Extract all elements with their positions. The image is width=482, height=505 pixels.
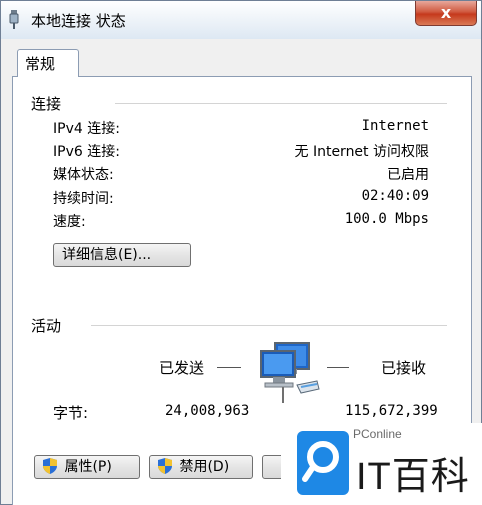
bytes-sent-value: 24,008,963 bbox=[165, 403, 250, 419]
activity-divider bbox=[91, 325, 447, 326]
uac-shield-icon bbox=[43, 458, 57, 474]
ipv4-label: IPv4 连接: bbox=[53, 121, 120, 137]
media-state-label: 媒体状态: bbox=[53, 167, 114, 183]
tab-general[interactable]: 常规 bbox=[17, 49, 79, 77]
title-bar[interactable]: 本地连接 状态 x bbox=[1, 1, 481, 39]
sent-label: 已发送 bbox=[159, 359, 205, 377]
ipv4-value: Internet bbox=[361, 118, 429, 134]
watermark-big-text: IT百科 bbox=[356, 456, 470, 498]
watermark-small-text: PConline bbox=[353, 427, 402, 441]
received-line bbox=[327, 367, 349, 368]
close-icon: x bbox=[440, 3, 452, 22]
ipv6-label: IPv6 连接: bbox=[53, 144, 120, 160]
media-state-value: 已启用 bbox=[387, 167, 429, 183]
watermark: PConline IT百科 bbox=[281, 423, 482, 505]
status-window: 本地连接 状态 x 常规 连接 IPv4 连接: Internet IPv6 连… bbox=[0, 0, 482, 505]
duration-value: 02:40:09 bbox=[361, 188, 429, 204]
bytes-received-value: 115,672,399 bbox=[345, 403, 438, 419]
details-button[interactable]: 详细信息(E)... bbox=[53, 243, 191, 267]
properties-button[interactable]: 属性(P) bbox=[34, 455, 140, 479]
speed-label: 速度: bbox=[53, 214, 86, 230]
ipv6-value: 无 Internet 访问权限 bbox=[294, 144, 430, 160]
speed-value: 100.0 Mbps bbox=[344, 211, 429, 227]
disable-button[interactable]: 禁用(D) bbox=[149, 455, 253, 479]
window-title: 本地连接 状态 bbox=[31, 12, 126, 30]
connection-divider bbox=[115, 103, 447, 104]
activity-section-title: 活动 bbox=[31, 317, 62, 335]
connection-section-title: 连接 bbox=[31, 95, 62, 113]
pconline-search-logo-icon bbox=[297, 431, 349, 495]
duration-label: 持续时间: bbox=[53, 191, 114, 207]
network-adapter-icon bbox=[9, 10, 19, 29]
tab-general-label: 常规 bbox=[25, 55, 56, 73]
bytes-label: 字节: bbox=[53, 404, 89, 422]
uac-shield-icon bbox=[158, 458, 172, 474]
sent-line bbox=[217, 367, 241, 368]
network-computers-icon bbox=[260, 342, 320, 403]
close-button[interactable]: x bbox=[415, 1, 477, 26]
received-label: 已接收 bbox=[381, 359, 427, 377]
properties-button-label: 属性(P) bbox=[64, 459, 112, 475]
details-button-label: 详细信息(E)... bbox=[62, 247, 152, 263]
disable-button-label: 禁用(D) bbox=[179, 459, 230, 475]
